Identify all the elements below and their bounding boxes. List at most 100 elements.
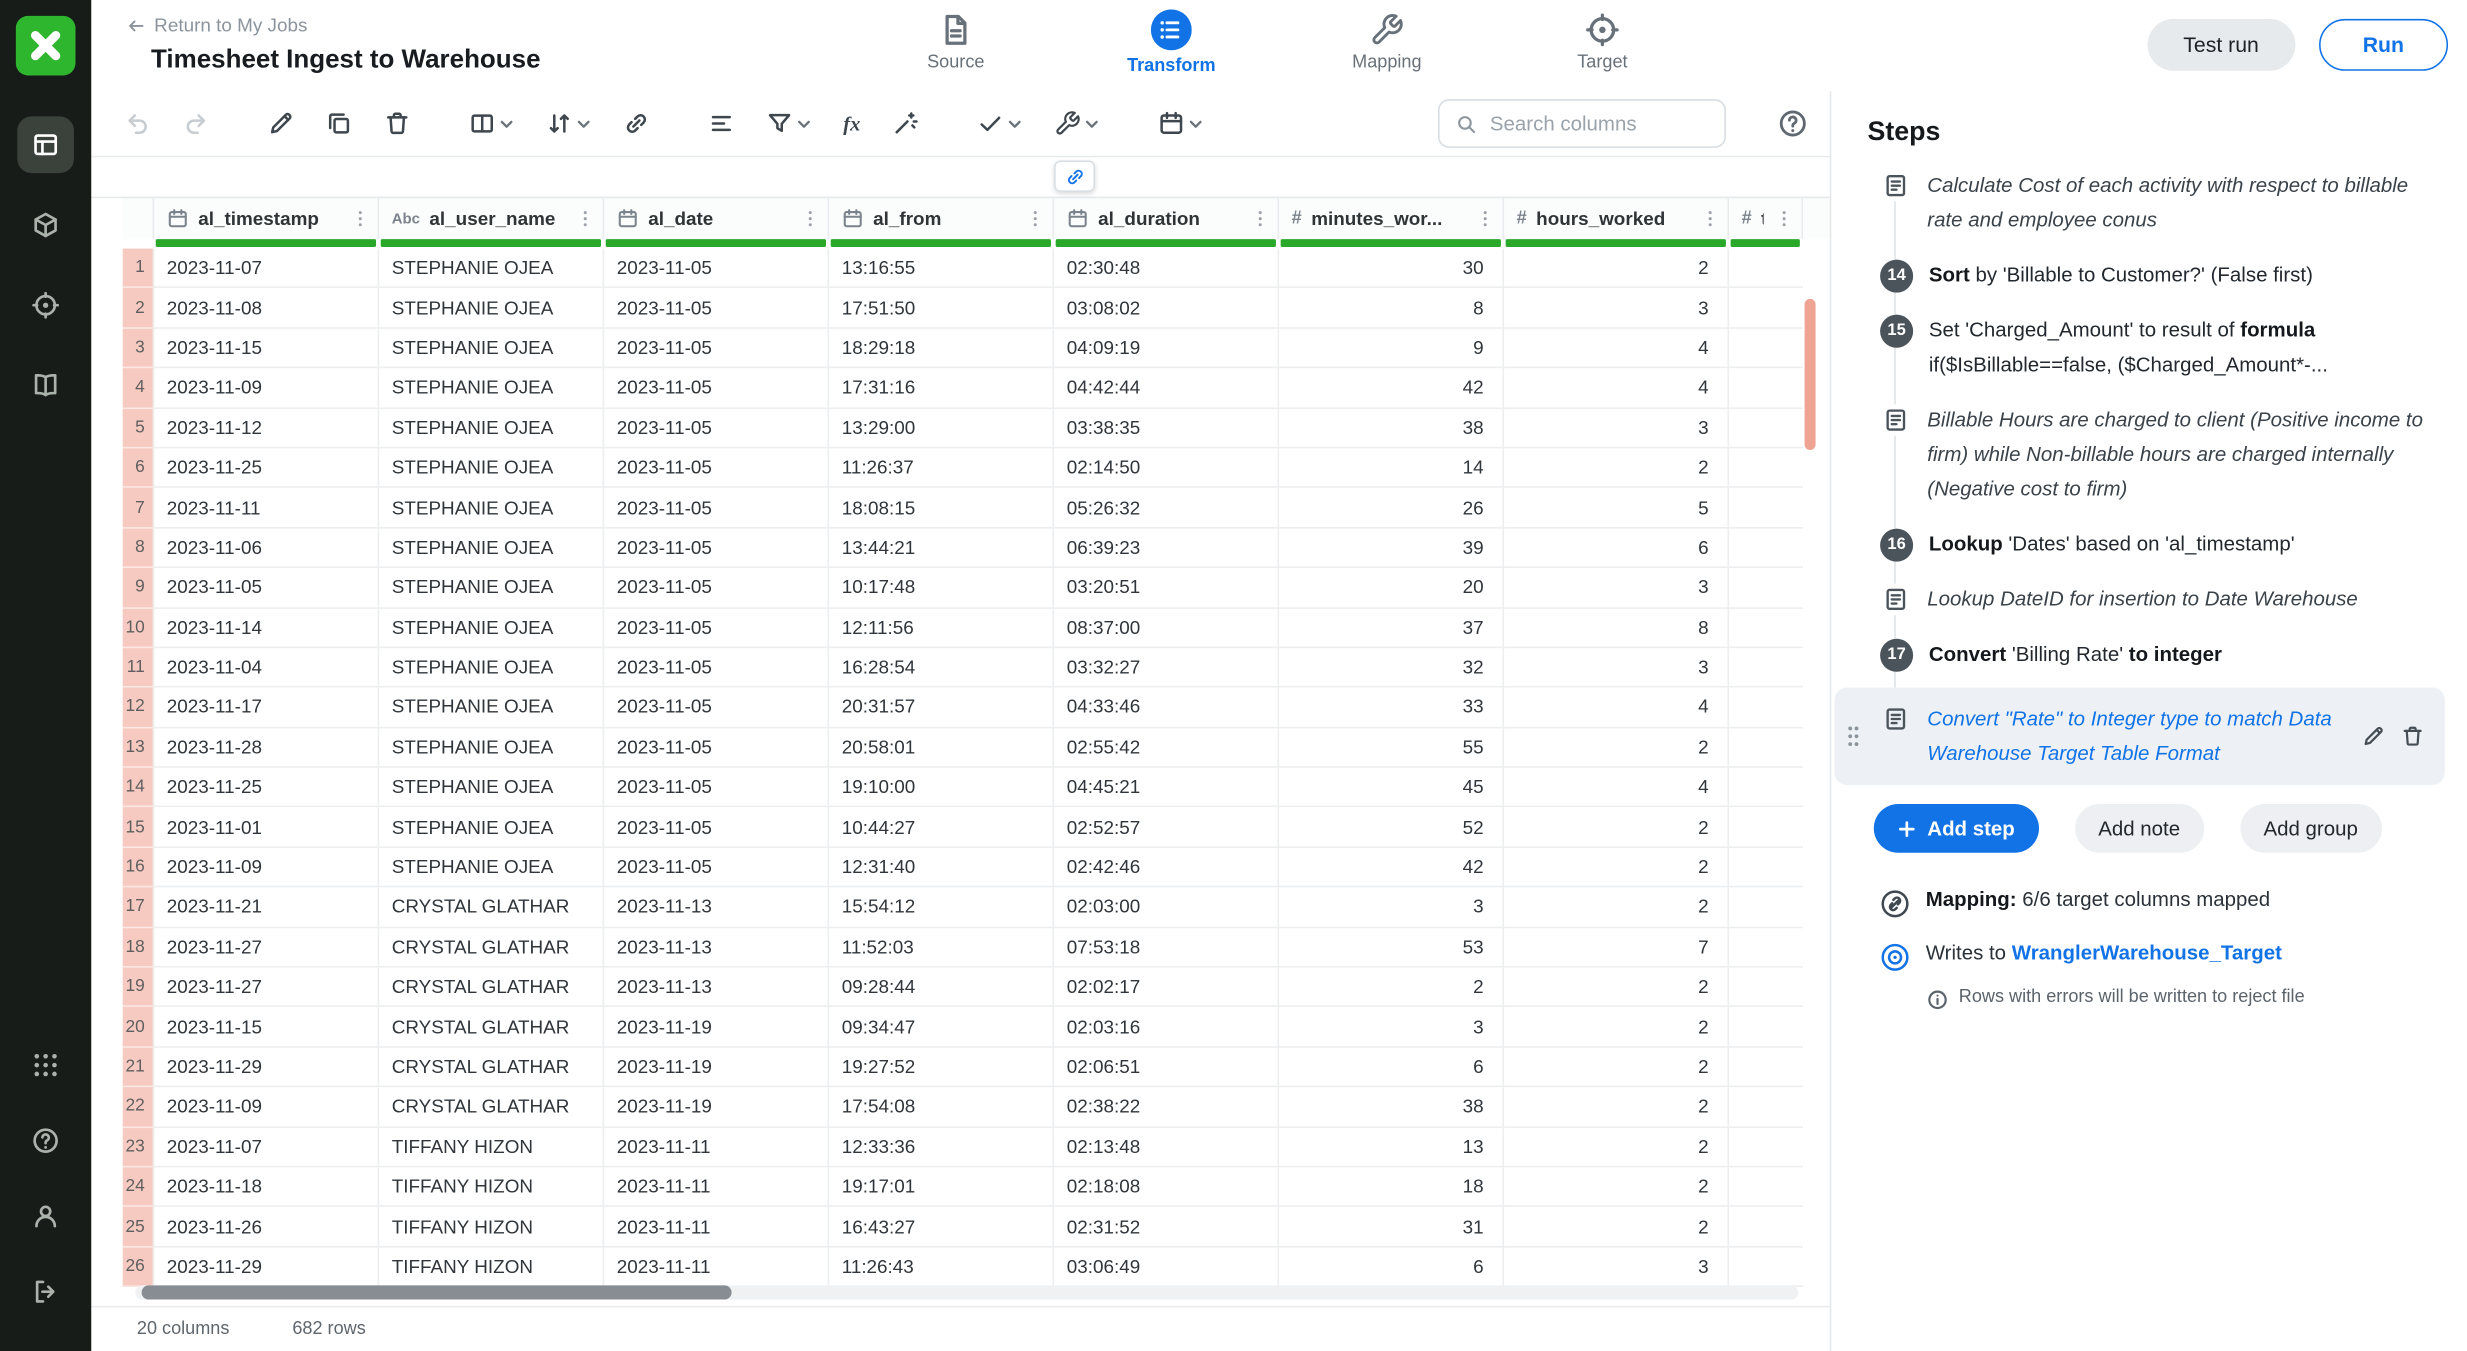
- cell[interactable]: 2023-11-19: [604, 1048, 829, 1088]
- cell[interactable]: CRYSTAL GLATHAR: [379, 968, 604, 1008]
- cell[interactable]: 11:26:43: [829, 1247, 1054, 1287]
- cell[interactable]: [1729, 728, 1803, 768]
- column-header-al_user_name[interactable]: Abcal_user_name: [379, 198, 604, 239]
- cell[interactable]: TIFFANY HIZON: [379, 1207, 604, 1247]
- column-header-tot[interactable]: #tot...: [1729, 198, 1803, 239]
- cell[interactable]: 02:31:52: [1054, 1207, 1279, 1247]
- cell[interactable]: [1729, 528, 1803, 568]
- row-number[interactable]: 17: [123, 888, 154, 928]
- row-number[interactable]: 13: [123, 728, 154, 768]
- cell[interactable]: 37: [1279, 608, 1504, 648]
- cell[interactable]: 2023-11-13: [604, 928, 829, 968]
- flow-step-mapping[interactable]: Mapping: [1326, 9, 1449, 75]
- cell[interactable]: 2: [1504, 1008, 1729, 1048]
- cell[interactable]: 2023-11-05: [604, 368, 829, 408]
- cell[interactable]: STEPHANIE OJEA: [379, 528, 604, 568]
- cell[interactable]: 10:44:27: [829, 808, 1054, 848]
- add-group-button[interactable]: Add group: [2240, 804, 2382, 853]
- cell[interactable]: 02:18:08: [1054, 1167, 1279, 1207]
- sidebar-item-library[interactable]: [17, 357, 74, 414]
- cell[interactable]: 19:27:52: [829, 1048, 1054, 1088]
- toolbar-sort-button[interactable]: [538, 100, 599, 147]
- row-number[interactable]: 15: [123, 808, 154, 848]
- dots-icon[interactable]: [349, 208, 371, 230]
- cell[interactable]: 20: [1279, 568, 1504, 608]
- cell[interactable]: 39: [1279, 528, 1504, 568]
- cell[interactable]: 2023-11-09: [154, 368, 379, 408]
- row-number[interactable]: 20: [123, 1008, 154, 1048]
- cell[interactable]: 7: [1504, 928, 1729, 968]
- writes-target-link[interactable]: WranglerWarehouse_Target: [2012, 941, 2282, 965]
- recipe-note[interactable]: Calculate Cost of each activity with res…: [1831, 164, 2454, 243]
- toolbar-group-button[interactable]: [700, 100, 742, 147]
- cell[interactable]: 02:52:57: [1054, 808, 1279, 848]
- run-button[interactable]: Run: [2319, 19, 2448, 71]
- cell[interactable]: 55: [1279, 728, 1504, 768]
- cell[interactable]: [1729, 1048, 1803, 1088]
- cell[interactable]: [1729, 688, 1803, 728]
- cell[interactable]: 6: [1279, 1048, 1504, 1088]
- cell[interactable]: 08:37:00: [1054, 608, 1279, 648]
- cell[interactable]: 4: [1504, 368, 1729, 408]
- cell[interactable]: 52: [1279, 808, 1504, 848]
- cell[interactable]: 2023-11-27: [154, 928, 379, 968]
- cell[interactable]: CRYSTAL GLATHAR: [379, 1087, 604, 1127]
- test-run-button[interactable]: Test run: [2147, 19, 2295, 71]
- cell[interactable]: 2023-11-09: [154, 848, 379, 888]
- cell[interactable]: TIFFANY HIZON: [379, 1167, 604, 1207]
- sidebar-item-logout[interactable]: [17, 1263, 74, 1320]
- cell[interactable]: 2: [1504, 888, 1729, 928]
- vertical-scrollbar-thumb[interactable]: [1805, 299, 1816, 450]
- cell[interactable]: 03:38:35: [1054, 408, 1279, 448]
- cell[interactable]: 2023-11-17: [154, 688, 379, 728]
- cell[interactable]: 2023-11-26: [154, 1207, 379, 1247]
- cell[interactable]: 2023-11-05: [604, 328, 829, 368]
- cell[interactable]: 4: [1504, 328, 1729, 368]
- cell[interactable]: 2023-11-11: [604, 1247, 829, 1287]
- cell[interactable]: 2023-11-25: [154, 448, 379, 488]
- column-header-al_date[interactable]: al_date: [604, 198, 829, 239]
- cell[interactable]: [1729, 1247, 1803, 1287]
- row-number[interactable]: 21: [123, 1048, 154, 1088]
- row-number[interactable]: 5: [123, 408, 154, 448]
- cell[interactable]: 2023-11-05: [604, 408, 829, 448]
- cell[interactable]: 09:28:44: [829, 968, 1054, 1008]
- cell[interactable]: 15:54:12: [829, 888, 1054, 928]
- cell[interactable]: 2023-11-05: [604, 768, 829, 808]
- row-number[interactable]: 14: [123, 768, 154, 808]
- cell[interactable]: 13:16:55: [829, 249, 1054, 289]
- dots-icon[interactable]: [1024, 208, 1046, 230]
- cell[interactable]: 2023-11-05: [604, 488, 829, 528]
- cell[interactable]: 2023-11-05: [604, 608, 829, 648]
- toolbar-formula-button[interactable]: fx: [835, 100, 868, 147]
- cell[interactable]: 2023-11-06: [154, 528, 379, 568]
- cell[interactable]: 05:26:32: [1054, 488, 1279, 528]
- row-number[interactable]: 26: [123, 1247, 154, 1287]
- row-number[interactable]: 12: [123, 688, 154, 728]
- sidebar-item-datasets[interactable]: [17, 197, 74, 254]
- cell[interactable]: [1729, 488, 1803, 528]
- help-button[interactable]: [1776, 108, 1807, 139]
- toolbar-copy-button[interactable]: [318, 100, 360, 147]
- cell[interactable]: 2: [1504, 848, 1729, 888]
- search-columns-input[interactable]: [1490, 112, 1709, 136]
- row-number[interactable]: 22: [123, 1087, 154, 1127]
- sidebar-item-apps[interactable]: [17, 1037, 74, 1094]
- toolbar-columns-button[interactable]: [461, 100, 522, 147]
- recipe-step[interactable]: 17Convert 'Billing Rate' to integer: [1831, 632, 2454, 676]
- toolbar-cleanse-button[interactable]: [884, 100, 926, 147]
- recipe-step[interactable]: 14Sort by 'Billable to Customer?' (False…: [1831, 253, 2454, 297]
- row-number[interactable]: 19: [123, 968, 154, 1008]
- cell[interactable]: 3: [1504, 1247, 1729, 1287]
- cell[interactable]: 04:09:19: [1054, 328, 1279, 368]
- toolbar-trash-button[interactable]: [376, 100, 418, 147]
- cell[interactable]: 26: [1279, 488, 1504, 528]
- cell[interactable]: STEPHANIE OJEA: [379, 408, 604, 448]
- cell[interactable]: STEPHANIE OJEA: [379, 488, 604, 528]
- dots-icon[interactable]: [1773, 208, 1795, 230]
- column-header-al_from[interactable]: al_from: [829, 198, 1054, 239]
- row-number[interactable]: 3: [123, 328, 154, 368]
- cell[interactable]: [1729, 808, 1803, 848]
- cell[interactable]: 09:34:47: [829, 1008, 1054, 1048]
- cell[interactable]: 17:51:50: [829, 289, 1054, 329]
